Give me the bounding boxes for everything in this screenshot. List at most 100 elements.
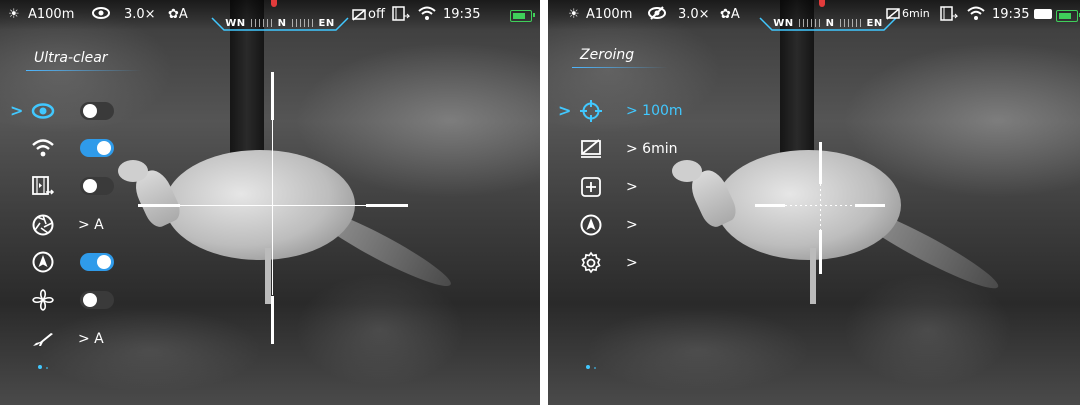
aperture-icon bbox=[30, 212, 56, 238]
ultra-clear-toggle[interactable] bbox=[80, 102, 114, 120]
bird-head bbox=[672, 160, 702, 182]
compass-icon bbox=[30, 249, 56, 275]
clock: 19:35 bbox=[443, 7, 481, 22]
compass-north: N bbox=[277, 18, 287, 29]
reticle-vertical-scale bbox=[820, 184, 821, 230]
compass-ticks bbox=[250, 19, 273, 27]
reticle-top-post bbox=[271, 72, 274, 120]
compass-ticks bbox=[798, 19, 821, 27]
screen-off-icon bbox=[352, 8, 366, 21]
standby-timer-value: 6min bbox=[902, 7, 930, 20]
menu-item-stabilizer[interactable] bbox=[30, 287, 114, 313]
selection-chevron: > bbox=[558, 101, 572, 120]
toggle-knob bbox=[97, 141, 111, 155]
video-record-icon bbox=[30, 173, 56, 199]
wifi-icon bbox=[967, 5, 985, 21]
compass-north: N bbox=[825, 18, 835, 29]
menu-item-rifle-profile[interactable]: > A bbox=[30, 326, 104, 352]
calibration-value: A bbox=[178, 7, 188, 22]
crosshair-target-icon bbox=[578, 98, 604, 124]
reticle-bottom-post bbox=[819, 230, 822, 274]
toggle-knob bbox=[83, 179, 97, 193]
compass-west: WN bbox=[773, 18, 794, 29]
wifi-icon bbox=[418, 5, 436, 21]
page-dot bbox=[594, 367, 596, 369]
calibration-icon: ✿ A bbox=[720, 7, 740, 22]
reticle-bottom-post bbox=[271, 296, 274, 344]
compass-ticks bbox=[291, 19, 314, 27]
toggle-knob bbox=[97, 255, 111, 269]
battery-icon bbox=[510, 10, 535, 22]
eye-icon bbox=[30, 98, 56, 124]
reticle-horizontal-line bbox=[180, 205, 366, 206]
bird-leg bbox=[810, 248, 816, 304]
menu-item-aperture[interactable]: > A bbox=[30, 212, 104, 238]
menu-item-compass[interactable] bbox=[30, 249, 114, 275]
menu-item-add[interactable]: > bbox=[578, 174, 638, 200]
screen-off-icon bbox=[578, 136, 604, 162]
menu-item-ultra-clear[interactable] bbox=[30, 98, 114, 124]
calibration-icon: ✿ A bbox=[168, 7, 188, 22]
reticle-top-post bbox=[819, 142, 822, 184]
menu-title: Zeroing bbox=[571, 47, 669, 68]
sun-icon: ☀ bbox=[568, 7, 580, 22]
settings-gear-icon bbox=[578, 250, 604, 276]
battery-icon bbox=[1056, 10, 1080, 22]
reticle-right-post bbox=[366, 204, 408, 207]
battery-indicator bbox=[1034, 9, 1052, 19]
compass-toggle[interactable] bbox=[80, 253, 114, 271]
sun-icon: ☀ bbox=[8, 7, 20, 22]
bird-head bbox=[118, 160, 148, 182]
page-dot-active bbox=[586, 365, 590, 369]
reticle-right-post bbox=[855, 204, 885, 207]
right-scope-screen: ☀ A100m 3.0× ✿ A WN N EN 6min 19:35 Zero… bbox=[548, 0, 1080, 405]
north-marker bbox=[819, 0, 825, 7]
toggle-knob bbox=[83, 293, 97, 307]
video-record-icon bbox=[392, 6, 410, 22]
menu-item-wifi[interactable] bbox=[30, 135, 114, 161]
aperture-value: > A bbox=[78, 217, 104, 233]
screen-off-timer-value: > 6min bbox=[626, 141, 678, 157]
video-record-icon bbox=[940, 6, 958, 22]
reticle-vertical-line bbox=[272, 120, 273, 295]
reticle-horizontal-scale bbox=[785, 205, 855, 206]
range-readout: A100m bbox=[586, 7, 633, 22]
screen-off-icon bbox=[886, 7, 900, 20]
compass-east: EN bbox=[318, 18, 335, 29]
compass-value: > bbox=[626, 217, 638, 233]
zoom-readout: 3.0× bbox=[124, 7, 156, 22]
compass-icon bbox=[578, 212, 604, 238]
wifi-toggle[interactable] bbox=[80, 139, 114, 157]
page-indicator bbox=[586, 354, 600, 373]
zoom-readout: 3.0× bbox=[678, 7, 710, 22]
menu-item-recording[interactable] bbox=[30, 173, 114, 199]
north-marker bbox=[271, 0, 277, 7]
menu-item-screen-off-timer[interactable]: > 6min bbox=[578, 136, 678, 162]
compass-ticks bbox=[839, 19, 862, 27]
reticle-left-post bbox=[755, 204, 785, 207]
calibration-value: A bbox=[730, 7, 740, 22]
menu-item-compass[interactable]: > bbox=[578, 212, 638, 238]
rifle-icon bbox=[30, 326, 56, 352]
menu-item-zeroing-distance[interactable]: > 100m bbox=[578, 98, 683, 124]
propeller-icon bbox=[30, 287, 56, 313]
zeroing-distance-value: > 100m bbox=[626, 103, 683, 119]
menu-title: Ultra-clear bbox=[26, 50, 141, 71]
menu-item-settings[interactable]: > bbox=[578, 250, 638, 276]
clock: 19:35 bbox=[992, 7, 1030, 22]
stabilizer-toggle[interactable] bbox=[80, 291, 114, 309]
page-indicator bbox=[38, 354, 52, 373]
eye-icon bbox=[92, 6, 110, 20]
toggle-knob bbox=[83, 104, 97, 118]
status-bar: ☀ A100m 3.0× ✿ A WN N EN off 19:35 bbox=[0, 0, 540, 31]
add-box-icon bbox=[578, 174, 604, 200]
standby-timer-value: off bbox=[368, 7, 385, 22]
range-readout: A100m bbox=[28, 7, 75, 22]
standby-timer: 6min bbox=[886, 7, 930, 20]
page-dot bbox=[46, 367, 48, 369]
page-dot-active bbox=[38, 365, 42, 369]
left-scope-screen: ☀ A100m 3.0× ✿ A WN N EN off 19:35 Ultra- bbox=[0, 0, 540, 405]
recording-toggle[interactable] bbox=[80, 177, 114, 195]
reticle-left-post bbox=[138, 204, 180, 207]
status-bar: ☀ A100m 3.0× ✿ A WN N EN 6min 19:35 bbox=[548, 0, 1080, 31]
